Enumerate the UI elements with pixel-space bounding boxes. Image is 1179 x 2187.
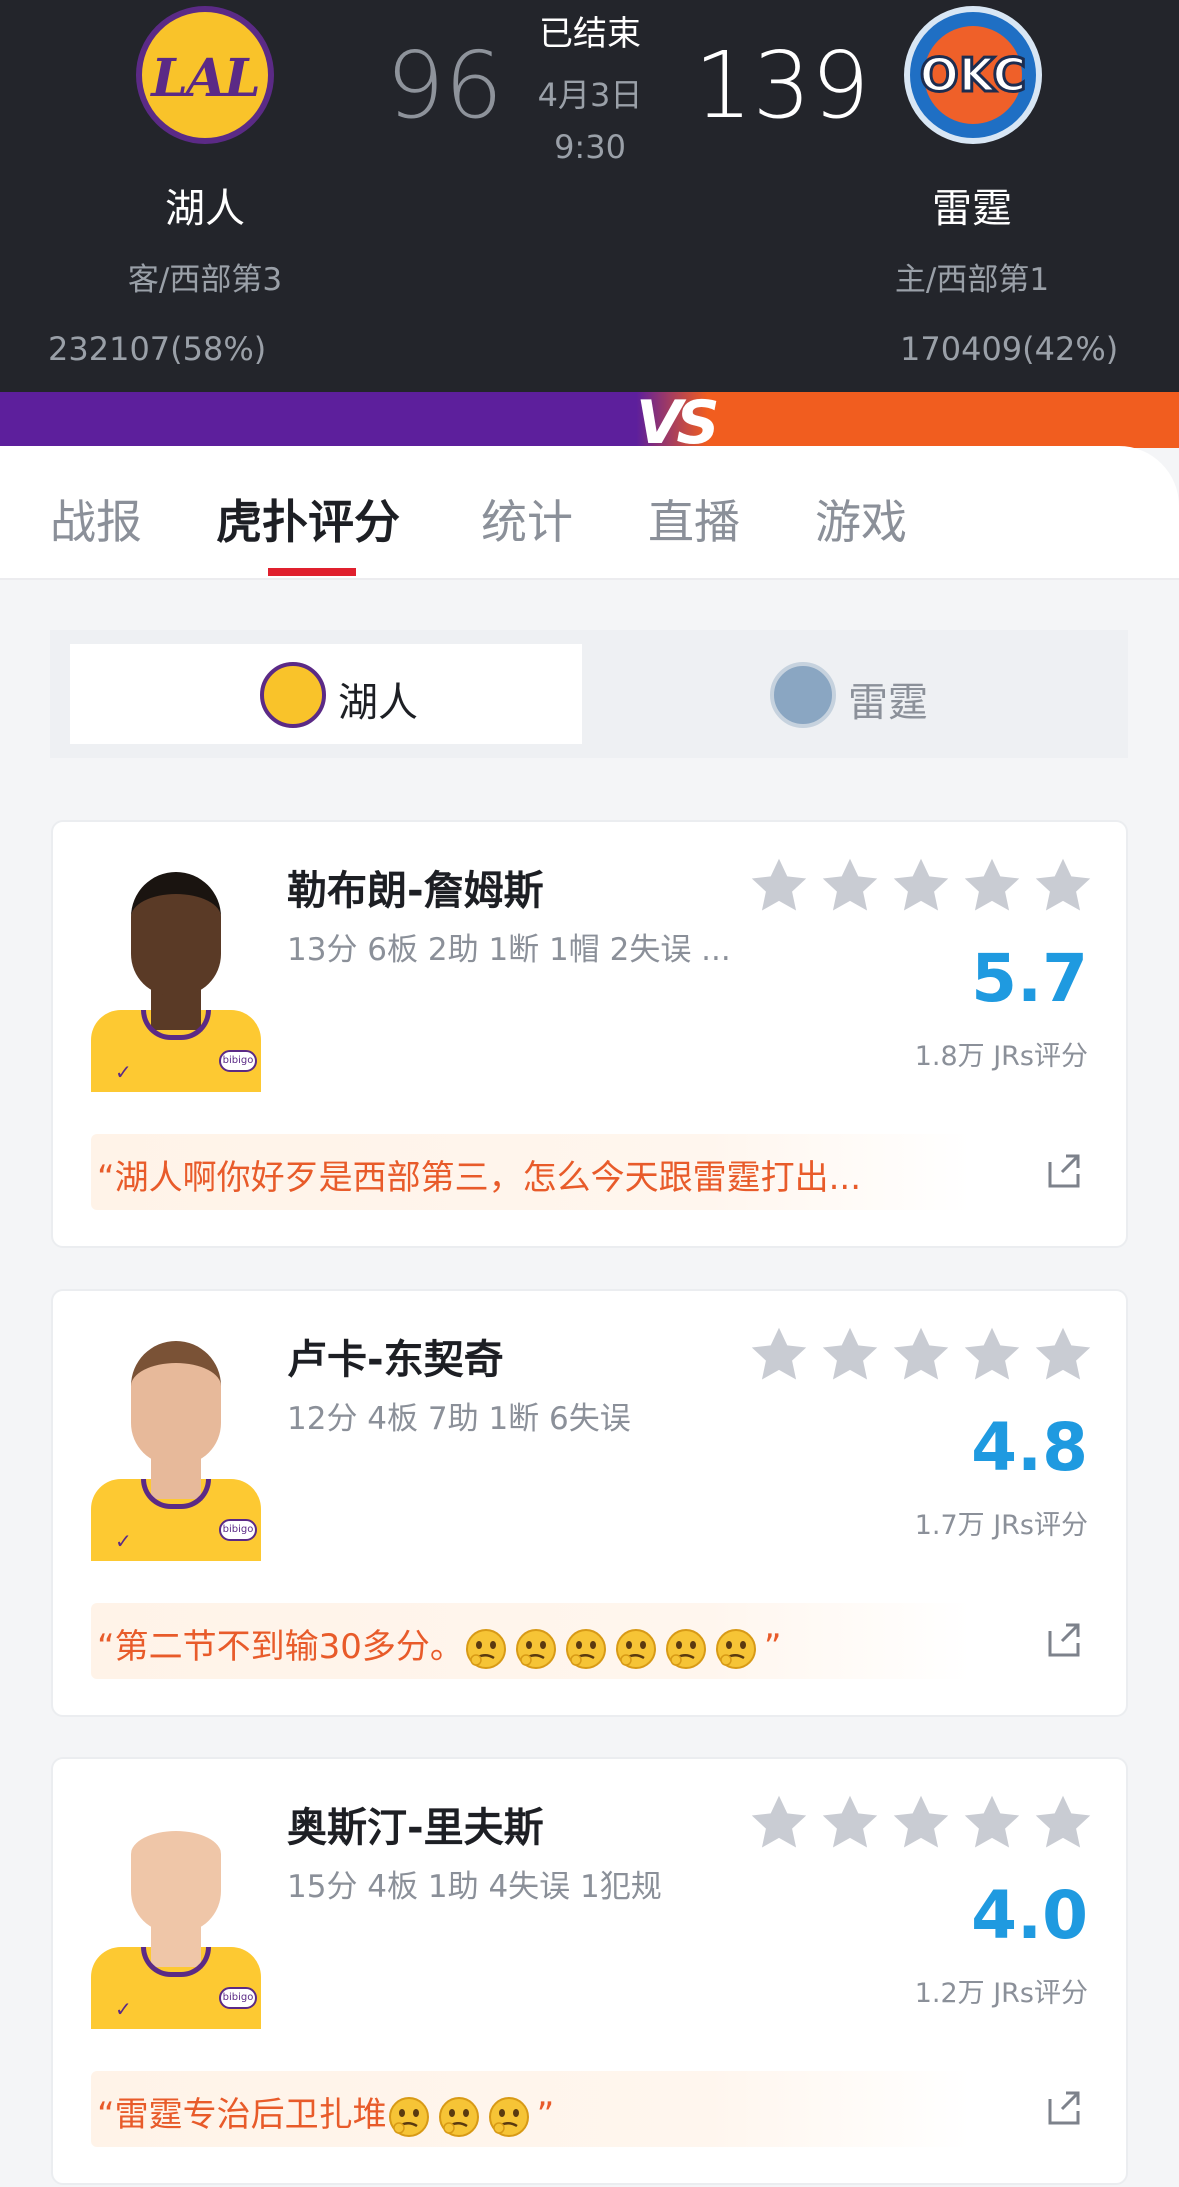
player-card[interactable]: ✓ bibigo 卢卡-东契奇 12分 4板 7助 1断 6失误 4.8 1.7… xyxy=(51,1289,1128,1717)
lakers-logo-icon[interactable]: LAL xyxy=(136,6,274,144)
player-rating: 4.8 xyxy=(971,1409,1088,1486)
away-score: 96 xyxy=(386,32,504,139)
thinking-emoji-icon xyxy=(388,2096,429,2137)
team-switch-lakers[interactable]: 湖人 xyxy=(70,644,582,744)
star-icon[interactable] xyxy=(960,1323,1024,1387)
thinking-emoji-icon xyxy=(438,2096,479,2137)
player-stats: 13分 6板 2助 1断 1帽 2失误 ... xyxy=(287,932,731,968)
player-stats: 15分 4板 1助 4失误 1犯规 xyxy=(287,1869,662,1905)
away-team-votes: 232107(58%) xyxy=(48,330,267,368)
thinking-emoji-icon xyxy=(488,2096,529,2137)
tab-bar: 战报 虎扑评分 统计 直播 游戏 xyxy=(0,446,1179,580)
player-rating: 4.0 xyxy=(971,1877,1088,1954)
top-comment[interactable]: “雷霆专治后卫扎堆 ” xyxy=(91,2071,971,2147)
star-icon[interactable] xyxy=(818,1791,882,1855)
rating-count: 1.7万 JRs评分 xyxy=(914,1510,1088,1541)
player-name[interactable]: 奥斯汀-里夫斯 xyxy=(287,1795,544,1853)
star-icon[interactable] xyxy=(960,854,1024,918)
player-card[interactable]: ✓ bibigo 勒布朗-詹姆斯 13分 6板 2助 1断 1帽 2失误 ...… xyxy=(51,820,1128,1248)
team-switch-thunder-label: 雷霆 xyxy=(848,680,928,726)
tab-report[interactable]: 战报 xyxy=(50,486,142,552)
star-icon[interactable] xyxy=(1031,1791,1095,1855)
thunder-mini-logo-icon xyxy=(770,662,836,728)
thunder-logo-icon[interactable]: OKC xyxy=(904,6,1042,144)
thinking-emoji-icon xyxy=(615,1628,656,1669)
star-icon[interactable] xyxy=(818,1323,882,1387)
tab-live[interactable]: 直播 xyxy=(648,486,740,552)
share-icon[interactable] xyxy=(1042,1148,1086,1192)
lakers-mini-logo-icon xyxy=(260,662,326,728)
comment-quote-end: ” xyxy=(536,2095,555,2135)
player-avatar[interactable]: ✓ bibigo xyxy=(91,860,261,1092)
comment-quote-end: ” xyxy=(763,1627,782,1667)
tab-rating[interactable]: 虎扑评分 xyxy=(216,486,400,552)
vote-bar[interactable] xyxy=(0,392,1179,448)
team-switch-lakers-label: 湖人 xyxy=(338,680,418,726)
player-avatar[interactable]: ✓ bibigo xyxy=(91,1797,261,2029)
team-switch: 湖人 雷霆 xyxy=(50,630,1128,758)
thinking-emoji-icon xyxy=(515,1628,556,1669)
share-icon[interactable] xyxy=(1042,1617,1086,1661)
star-icon[interactable] xyxy=(1031,854,1095,918)
top-comment[interactable]: “湖人啊你好歹是西部第三，怎么今天跟雷霆打出... xyxy=(91,1134,971,1210)
away-team-name: 湖人 xyxy=(165,186,245,232)
star-icon[interactable] xyxy=(960,1791,1024,1855)
tab-game[interactable]: 游戏 xyxy=(815,486,907,552)
star-rating-input[interactable] xyxy=(747,1323,1097,1387)
comment-text: “湖人啊你好歹是西部第三，怎么今天跟雷霆打出... xyxy=(97,1158,862,1198)
star-icon[interactable] xyxy=(889,1323,953,1387)
share-icon[interactable] xyxy=(1042,2085,1086,2129)
home-team-rank: 主/西部第1 xyxy=(894,262,1050,298)
star-rating-input[interactable] xyxy=(747,1791,1097,1855)
home-score: 139 xyxy=(694,32,870,139)
comment-text: “第二节不到输30多分。 xyxy=(97,1627,464,1667)
star-icon[interactable] xyxy=(1031,1323,1095,1387)
star-icon[interactable] xyxy=(747,854,811,918)
thinking-emoji-icon xyxy=(665,1628,706,1669)
star-rating-input[interactable] xyxy=(747,854,1097,918)
player-card[interactable]: ✓ bibigo 奥斯汀-里夫斯 15分 4板 1助 4失误 1犯规 4.0 1… xyxy=(51,1757,1128,2185)
team-switch-thunder[interactable]: 雷霆 xyxy=(590,644,1110,744)
thinking-emoji-icon xyxy=(565,1628,606,1669)
tab-stats[interactable]: 统计 xyxy=(481,486,573,552)
player-stats: 12分 4板 7助 1断 6失误 xyxy=(287,1401,631,1437)
top-comment[interactable]: “第二节不到输30多分。 ” xyxy=(91,1603,971,1679)
player-name[interactable]: 勒布朗-詹姆斯 xyxy=(287,858,544,916)
player-name[interactable]: 卢卡-东契奇 xyxy=(287,1327,504,1385)
star-icon[interactable] xyxy=(889,1791,953,1855)
active-tab-indicator xyxy=(268,568,356,576)
star-icon[interactable] xyxy=(747,1323,811,1387)
player-avatar[interactable]: ✓ bibigo xyxy=(91,1329,261,1561)
comment-text: “雷霆专治后卫扎堆 xyxy=(97,2095,387,2135)
away-team-rank: 客/西部第3 xyxy=(127,262,283,298)
game-status: 已结束 xyxy=(539,14,641,54)
game-header: LAL 湖人 客/西部第3 232107(58%) 96 已结束 4月3日 9:… xyxy=(0,0,1179,392)
home-team-name: 雷霆 xyxy=(932,186,1012,232)
star-icon[interactable] xyxy=(889,854,953,918)
home-team-votes: 170409(42%) xyxy=(900,330,1119,368)
thinking-emoji-icon xyxy=(465,1628,506,1669)
player-rating: 5.7 xyxy=(971,940,1088,1017)
rating-count: 1.8万 JRs评分 xyxy=(914,1041,1088,1072)
star-icon[interactable] xyxy=(818,854,882,918)
thinking-emoji-icon xyxy=(715,1628,756,1669)
rating-count: 1.2万 JRs评分 xyxy=(914,1978,1088,2009)
star-icon[interactable] xyxy=(747,1791,811,1855)
game-date: 4月3日 xyxy=(537,76,643,114)
game-time: 9:30 xyxy=(554,128,626,166)
